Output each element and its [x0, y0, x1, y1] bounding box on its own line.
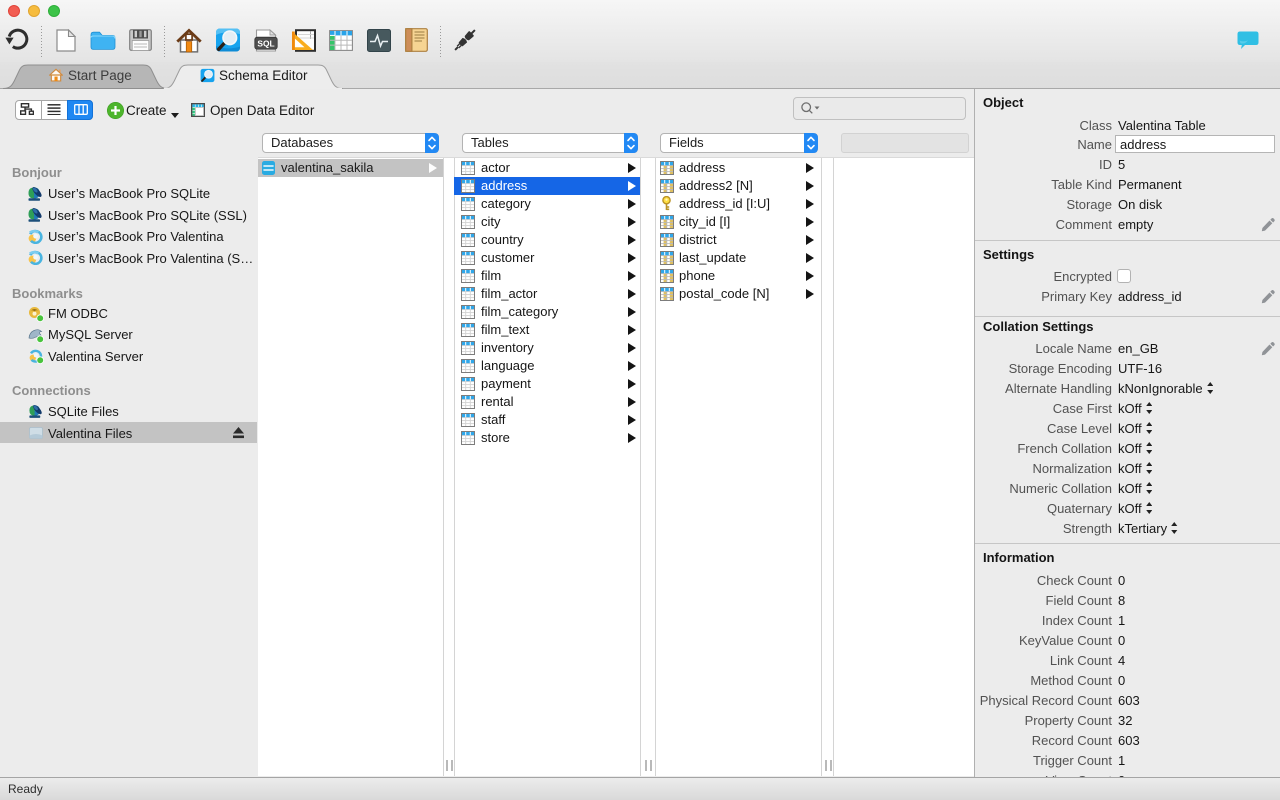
svg-text:SQL: SQL [257, 39, 274, 49]
